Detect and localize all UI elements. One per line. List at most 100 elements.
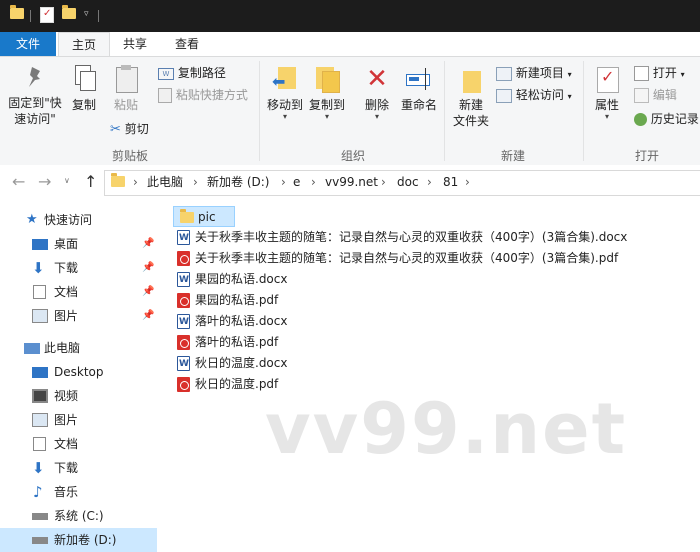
copy-to-label: 复制到 [308,98,345,112]
paste-button[interactable]: 粘贴 [104,65,148,113]
folder-icon[interactable] [10,5,24,19]
crumb-this-pc[interactable]: 此电脑 [147,171,183,193]
nav-pc-videos[interactable]: 视频 [0,384,157,408]
tab-view[interactable]: 查看 [162,32,212,56]
nav-item-documents[interactable]: 文档 📌 [0,280,157,304]
crumb-e[interactable]: e [293,171,300,193]
copy-to-button[interactable]: 复制到 ▾ [306,65,348,121]
file-list: vv99.net pic 关于秋季丰收主题的随笔：记录自然与心灵的双重收获（40… [167,200,700,540]
rename-button[interactable]: 重命名 [398,65,440,113]
paste-label: 粘贴 [113,98,138,112]
pdf-icon [177,377,190,392]
word-docx-icon [177,270,190,291]
properties-button[interactable]: ✓ 属性 ▾ [589,65,625,121]
tab-home[interactable]: 主页 [58,32,110,57]
nav-item-pictures[interactable]: 图片 📌 [0,304,157,328]
properties-label: 属性 [594,98,619,112]
address-bar: ← → ∨ ↑ › 此电脑 › 新加卷 (D:) › e › vv99.net … [0,165,700,199]
new-group-label: 新建 [500,149,525,163]
computer-icon [24,343,40,354]
rename-icon [405,65,433,93]
properties-check-icon[interactable]: ✓ [40,7,54,23]
word-docx-icon [177,312,190,333]
customize-toolbar-icon[interactable]: ▿ [84,9,89,19]
pdf-icon [177,293,190,308]
download-icon: ⬇ [32,259,45,277]
copy-icon [73,65,96,93]
crumb-81[interactable]: 81 [443,171,458,193]
music-icon: ♪ [33,483,43,501]
file-row-folder[interactable]: pic [173,206,235,227]
crumb-doc[interactable]: doc [397,171,419,193]
nav-item-desktop[interactable]: 桌面 📌 [0,232,157,256]
nav-pc-desktop[interactable]: Desktop [0,360,157,384]
crumb-drive-d[interactable]: 新加卷 (D:) [207,171,269,193]
word-docx-icon [177,354,190,375]
nav-quick-access[interactable]: ★ 快速访问 [0,208,157,232]
back-arrow-icon[interactable]: ← [12,172,25,191]
history-button[interactable]: 历史记录 [634,109,699,129]
new-folder-icon [461,65,481,93]
forward-arrow-icon[interactable]: → [38,172,51,191]
up-arrow-icon[interactable]: ↑ [84,172,97,191]
easy-access-button[interactable]: 轻松访问 ▾ [496,85,572,105]
desktop-icon [32,239,48,250]
scissors-icon: ✂ [110,121,121,137]
organize-group-label: 组织 [340,149,365,163]
copy-path-icon: W [158,67,174,80]
folder-icon [180,209,194,223]
document-icon [33,285,46,299]
drive-icon [32,537,48,544]
open-button[interactable]: 打开 ▾ [634,63,685,83]
pin-icon [26,65,44,91]
nav-pc-pictures[interactable]: 图片 [0,408,157,432]
pin-label: 固定到"快速访问" [8,96,62,126]
edit-button[interactable]: 编辑 [634,85,677,105]
new-item-button[interactable]: 新建项目 ▾ [496,63,572,83]
copy-path-button[interactable]: W 复制路径 [158,63,226,83]
edit-icon [634,88,649,103]
move-to-button[interactable]: ⬅ 移动到 ▾ [264,65,306,121]
new-folder-button[interactable]: 新建 文件夹 [450,65,492,129]
copy-label: 复制 [71,98,96,112]
nav-pc-music[interactable]: ♪ 音乐 [0,480,157,504]
pin-to-quick-access-button[interactable]: 固定到"快速访问" [4,65,66,127]
nav-pc-drive-d[interactable]: 新加卷 (D:) [0,528,157,552]
copy-button[interactable]: 复制 [68,65,100,113]
title-bar: ✓ ▿ [0,0,700,32]
delete-button[interactable]: ✕ 删除 ▾ [360,65,394,121]
pdf-icon [177,335,190,350]
watermark: vv99.net [265,388,628,470]
move-to-label: 移动到 [266,98,303,112]
crumb-vv99[interactable]: vv99.net [325,171,378,193]
breadcrumb[interactable]: › 此电脑 › 新加卷 (D:) › e › vv99.net › doc › … [104,170,700,196]
paste-shortcut-icon [158,88,172,103]
tab-file[interactable]: 文件 [0,32,56,56]
drive-icon [32,513,48,520]
tab-share[interactable]: 共享 [110,32,160,56]
paste-shortcut-button[interactable]: 粘贴快捷方式 [158,85,248,105]
pin-icon: 📌 [142,262,155,273]
nav-this-pc[interactable]: 此电脑 [0,336,157,360]
recent-locations-icon[interactable]: ∨ [64,176,70,185]
open-icon [634,66,649,81]
cut-button[interactable]: ✂ 剪切 [110,119,149,139]
copy-to-icon [314,65,340,93]
nav-pc-downloads[interactable]: ⬇ 下载 [0,456,157,480]
ribbon-tabs: 文件 主页 共享 查看 [0,32,700,57]
star-icon: ★ [26,212,38,227]
new-item-icon [496,66,512,81]
nav-pc-drive-c[interactable]: 系统 (C:) [0,504,157,528]
nav-pc-documents[interactable]: 文档 [0,432,157,456]
rename-label: 重命名 [400,98,437,112]
video-icon [32,389,48,403]
desktop-icon [32,367,48,378]
delete-x-icon: ✕ [366,64,388,94]
nav-item-downloads[interactable]: ⬇ 下载 📌 [0,256,157,280]
new-folder-label: 新建 文件夹 [452,98,489,128]
new-folder-icon[interactable] [62,5,76,19]
pin-icon: 📌 [142,238,155,249]
breadcrumb-folder-icon [111,173,125,187]
navigation-pane: ★ 快速访问 桌面 📌 ⬇ 下载 📌 文档 📌 图片 📌 此电脑 Desktop… [0,200,157,552]
pin-icon: 📌 [142,286,155,297]
